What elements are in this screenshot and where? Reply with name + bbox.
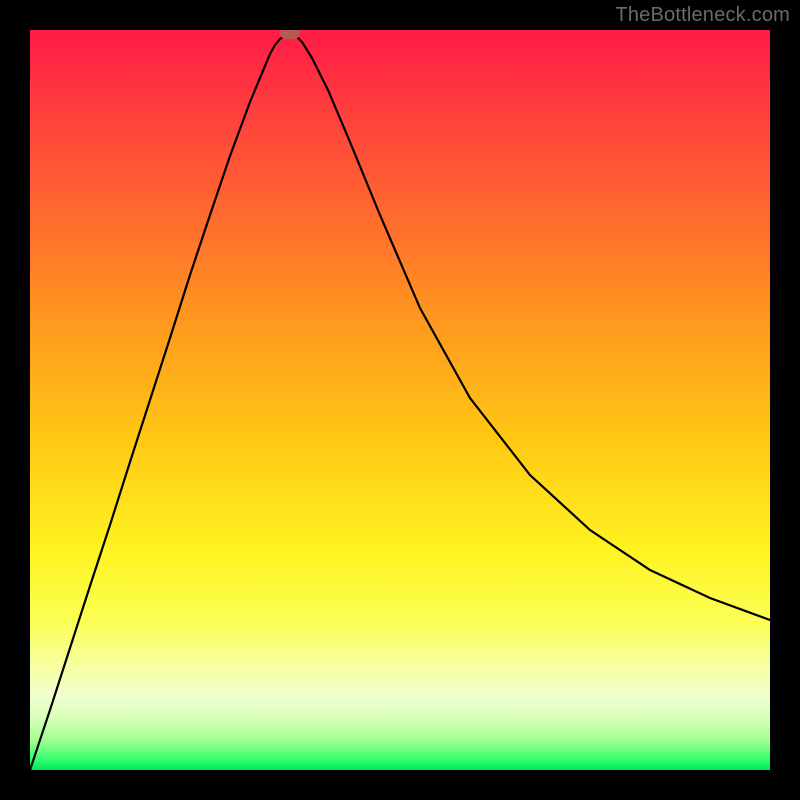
attribution-text: TheBottleneck.com [615, 4, 790, 27]
plot-frame [30, 30, 770, 770]
curve-svg [30, 30, 770, 770]
vertex-marker [280, 30, 300, 39]
bottleneck-curve-path [30, 33, 770, 770]
